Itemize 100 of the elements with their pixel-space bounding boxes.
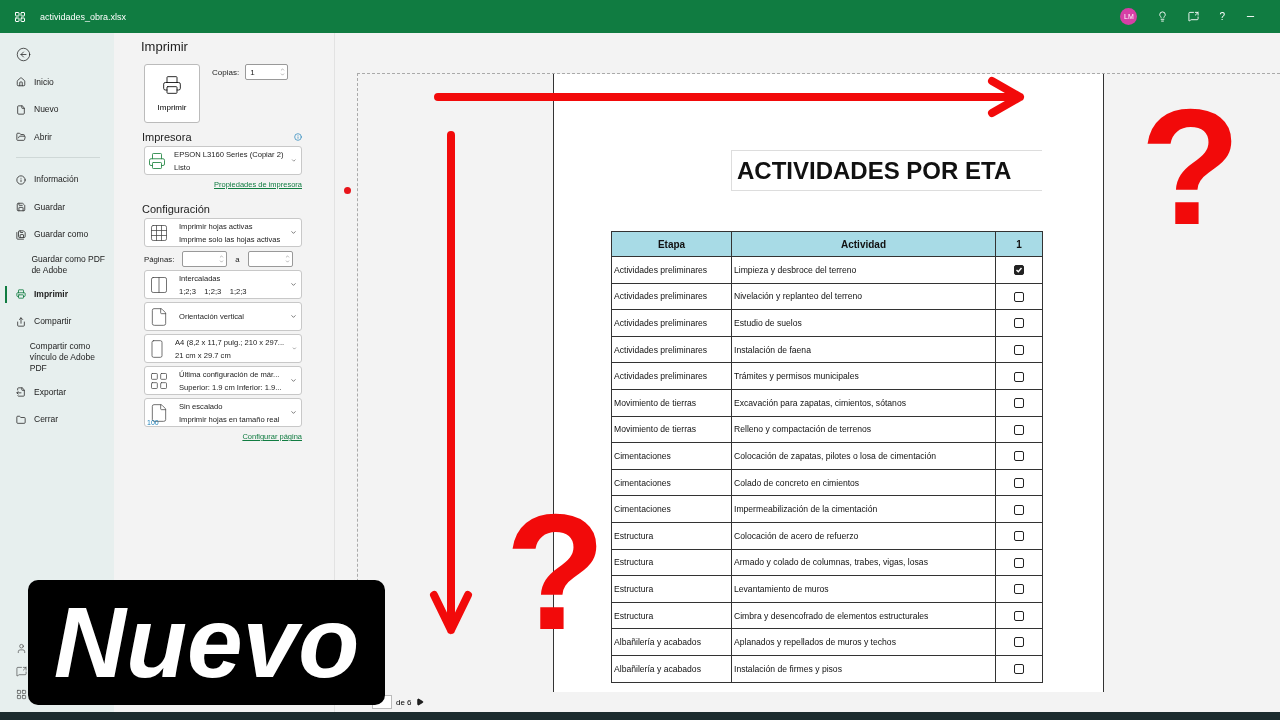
chevron-icon: [290, 281, 297, 288]
table-cell: Actividades preliminares: [611, 256, 732, 284]
chevron-icon: [292, 345, 297, 352]
page-count: de 6: [396, 697, 412, 707]
table-cell: Aplanados y repellados de muros y techos: [731, 628, 996, 656]
checkbox[interactable]: [1014, 557, 1024, 568]
column-header: Etapa: [611, 231, 732, 257]
table-cell: Movimiento de tierras: [611, 416, 732, 443]
copies-label: Copias:: [212, 67, 240, 77]
question-mark: ?: [1140, 85, 1241, 250]
chevron-icon: [290, 313, 297, 320]
table-cell: Instalación de faena: [731, 336, 996, 363]
table-cell: Instalación de firmes y pisos: [731, 655, 996, 682]
checkbox[interactable]: [1014, 318, 1024, 329]
table-cell: Cimentaciones: [611, 469, 732, 496]
table-cell: Estudio de suelos: [731, 309, 996, 337]
nav-item[interactable]: Imprimir: [0, 280, 114, 308]
setting-icon: [149, 222, 169, 243]
sheet-title: ACTIVIDADES POR ETA: [731, 150, 1042, 191]
table-cell: Estructura: [611, 522, 732, 550]
nav-item[interactable]: Compartir como vínculo de Adobe PDF: [0, 335, 114, 379]
nav-item[interactable]: Exportar: [0, 378, 114, 406]
checkbox[interactable]: [1014, 344, 1024, 355]
nav-item[interactable]: Inicio: [0, 68, 114, 96]
checkbox[interactable]: [1014, 637, 1024, 648]
table-cell: Colocación de acero de refuerzo: [731, 522, 996, 550]
checkbox[interactable]: [1014, 398, 1024, 409]
section-heading: Configuración: [142, 203, 210, 215]
setting-icon: [149, 306, 169, 327]
copies-field[interactable]: 1: [245, 64, 289, 80]
table-cell: Actividades preliminares: [611, 336, 732, 363]
checkbox[interactable]: [1014, 504, 1024, 515]
nav-icon: [16, 316, 26, 327]
table-cell: Estructura: [611, 575, 732, 603]
table-cell: Relleno y compactación de terrenos: [731, 416, 996, 443]
nav-item[interactable]: Abrir: [0, 123, 114, 151]
table-cell: Excavación para zapatas, cimientos, sótanos: [731, 389, 996, 417]
table-cell: Movimiento de tierras: [611, 389, 732, 417]
nav-icon: [16, 77, 26, 88]
window-title: actividades_obra.xlsx: [40, 11, 127, 22]
nav-item[interactable]: Información: [0, 166, 114, 194]
section-heading: Impresora: [142, 131, 192, 143]
column-header: Actividad: [731, 231, 996, 257]
nav-icon: [16, 414, 26, 425]
nav-item[interactable]: Guardar como: [0, 221, 114, 249]
options-icon[interactable]: [16, 689, 27, 700]
checkbox[interactable]: [1014, 265, 1024, 276]
feedback-icon[interactable]: [16, 666, 27, 677]
nav-icon: [16, 202, 26, 213]
nav-item[interactable]: Compartir: [0, 308, 114, 336]
panel-heading: Imprimir: [141, 39, 189, 54]
checkbox[interactable]: [1014, 664, 1024, 675]
help-button[interactable]: ?: [1219, 11, 1225, 22]
excel-icon: [14, 10, 26, 23]
nav-item[interactable]: Guardar como PDF de Adobe: [0, 248, 114, 281]
table-cell: Estructura: [611, 602, 732, 629]
pages-to-field[interactable]: [247, 251, 293, 267]
column-header: 1: [995, 231, 1043, 257]
table-cell: Colocación de zapatas, pilotes o losa de cimentación: [731, 442, 996, 470]
checkbox[interactable]: [1014, 424, 1024, 435]
table-cell: Impermeabilización de la cimentación: [731, 495, 996, 523]
checkbox[interactable]: [1014, 477, 1024, 488]
table-cell: Levantamiento de muros: [731, 575, 996, 603]
printer-icon: [162, 75, 182, 95]
nav-icon: [16, 229, 26, 240]
nav-icon: [16, 289, 26, 300]
chevron-icon: [290, 229, 297, 236]
table-cell: Nivelación y replanteo del terreno: [731, 283, 996, 310]
checkbox[interactable]: [1014, 531, 1024, 542]
nav-item[interactable]: Cerrar: [0, 406, 114, 434]
nav-icon: [16, 174, 26, 185]
table-cell: Cimentaciones: [611, 495, 732, 523]
nav-item[interactable]: Guardar: [0, 193, 114, 221]
setting-icon: [149, 274, 169, 295]
table-cell: Cimentaciones: [611, 442, 732, 470]
back-icon[interactable]: [16, 47, 31, 63]
chevron-icon: [290, 409, 297, 416]
pages-from-field[interactable]: [182, 251, 228, 267]
checkbox[interactable]: [1014, 291, 1024, 302]
table-cell: Limpieza y desbroce del terreno: [731, 256, 996, 284]
table-cell: Actividades preliminares: [611, 309, 732, 337]
table-cell: Cimbra y desencofrado de elementos estructurales: [731, 602, 996, 629]
table-cell: Actividades preliminares: [611, 283, 732, 310]
checkbox[interactable]: [1014, 371, 1024, 382]
checkbox[interactable]: [1014, 451, 1024, 462]
table-cell: Albañilería y acabados: [611, 655, 732, 682]
title-badge: Nuevo: [28, 580, 385, 705]
table-cell: Colado de concreto en cimientos: [731, 469, 996, 496]
table-cell: Albañilería y acabados: [611, 628, 732, 656]
checkbox[interactable]: [1014, 610, 1024, 621]
account-icon[interactable]: [16, 643, 27, 654]
nav-icon: [16, 132, 26, 143]
setting-icon: [149, 402, 169, 423]
checkbox[interactable]: [1014, 584, 1024, 595]
nav-item[interactable]: Nuevo: [0, 96, 114, 124]
lightbulb-icon[interactable]: [1157, 11, 1169, 22]
nav-icon: [16, 104, 26, 115]
next-page-icon[interactable]: [415, 698, 424, 706]
margin-marker: [344, 187, 351, 194]
print-button[interactable]: Imprimir: [144, 64, 200, 123]
